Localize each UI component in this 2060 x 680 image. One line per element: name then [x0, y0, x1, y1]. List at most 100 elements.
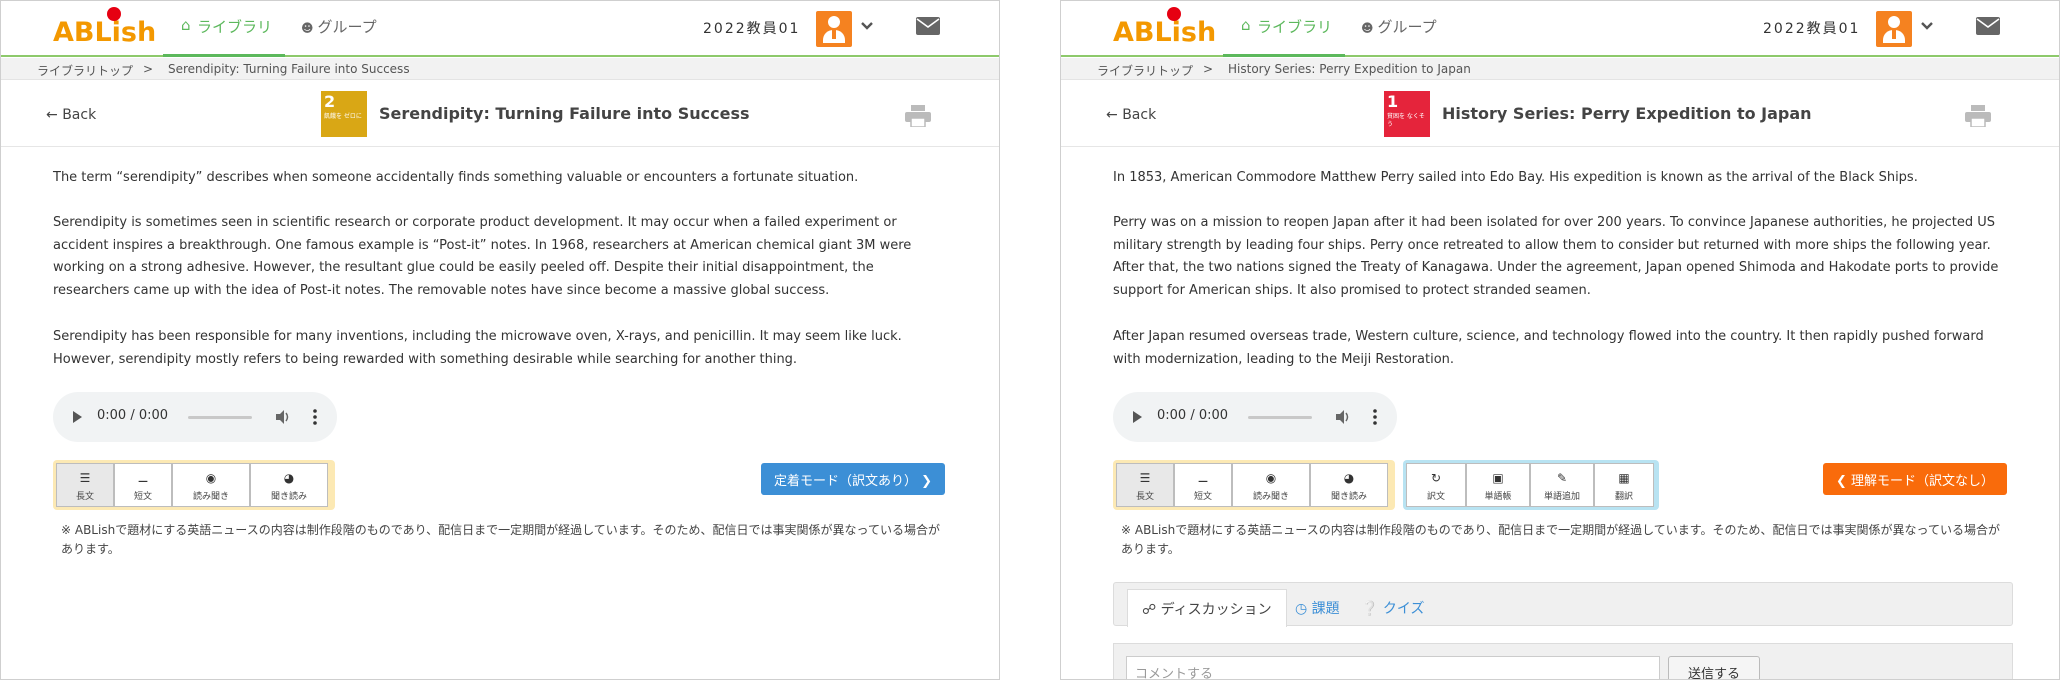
audio-player: 0:00 / 0:00	[53, 392, 337, 442]
user-name[interactable]: 2022教員01	[1763, 18, 1860, 38]
gauge-icon: ◕	[1343, 471, 1355, 485]
wordbook-label: 単語帳	[1484, 492, 1512, 502]
sdg-badge: 2 飢餓を ゼロに	[321, 91, 367, 137]
logo-dot	[107, 7, 121, 21]
book-icon: ▣	[1492, 471, 1504, 485]
article-title: Serendipity: Turning Failure into Succes…	[379, 104, 750, 123]
read-listen-button[interactable]: ◉ 読み聞き	[1232, 463, 1310, 507]
discussion-tab-bar: ☍ ディスカッション ◷ 課題 ❔ クイズ	[1113, 582, 2013, 627]
home-icon: ⌂	[1241, 16, 1251, 34]
short-text-icon: ⚊	[137, 471, 149, 485]
printer-icon[interactable]	[1965, 105, 1991, 127]
nav-library-label: ライブラリ	[1257, 18, 1333, 36]
retention-mode-button[interactable]: 定着モード（訳文あり） ❯	[761, 463, 945, 495]
ablish-logo[interactable]: ABLish	[1113, 7, 1216, 48]
play-icon[interactable]	[1133, 411, 1142, 423]
reading-mode-group: ☰ 長文 ⚊ 短文 ◉ 読み聞き ◕ 聞き読み	[53, 460, 335, 510]
back-label: Back	[62, 107, 97, 123]
short-text-label: 短文	[1193, 492, 1212, 502]
long-text-button[interactable]: ☰ 長文	[1116, 463, 1174, 507]
nav-library[interactable]: ⌂ ライブラリ	[163, 1, 285, 57]
ablish-logo[interactable]: ABLish	[53, 7, 156, 48]
comment-placeholder: コメントする	[1135, 667, 1214, 680]
breadcrumb: ライブラリトップ > Serendipity: Turning Failure …	[1, 58, 999, 80]
translation-button[interactable]: ↻ 訳文	[1406, 463, 1466, 507]
reading-mode-group: ☰ 長文 ⚊ 短文 ◉ 読み聞き ◕ 聞き読み	[1113, 460, 1395, 510]
more-options-icon[interactable]	[1373, 409, 1377, 425]
eye-icon: ◉	[205, 471, 217, 485]
read-listen-button[interactable]: ◉ 読み聞き	[172, 463, 250, 507]
listen-read-label: 聞き読み	[270, 492, 307, 502]
play-icon[interactable]	[73, 411, 82, 423]
long-text-button[interactable]: ☰ 長文	[56, 463, 114, 507]
mail-icon[interactable]	[1976, 17, 2000, 35]
tab-quiz-label: クイズ	[1382, 601, 1425, 617]
volume-icon[interactable]	[1335, 409, 1351, 425]
article-paragraph: Serendipity is sometimes seen in scienti…	[53, 215, 912, 298]
add-word-button[interactable]: ✎ 単語追加	[1530, 463, 1594, 507]
translation-label: 訳文	[1426, 492, 1445, 502]
breadcrumb-separator: >	[143, 62, 154, 76]
tab-discussion[interactable]: ☍ ディスカッション	[1127, 589, 1287, 627]
breadcrumb-library-top[interactable]: ライブラリトップ	[1097, 62, 1193, 79]
printer-icon[interactable]	[905, 105, 931, 127]
nav-group[interactable]: ☻ グループ	[301, 16, 377, 37]
read-listen-label: 読み聞き	[192, 492, 229, 502]
tab-quiz[interactable]: ❔ クイズ	[1361, 589, 1424, 627]
sdg-number: 1	[1387, 92, 1399, 111]
chevron-down-icon[interactable]	[860, 19, 874, 33]
back-button[interactable]: ← Back	[46, 107, 96, 123]
tab-assignment[interactable]: ◷ 課題	[1295, 589, 1340, 627]
comprehension-mode-button[interactable]: ❮ 理解モード（訳文なし）	[1823, 463, 2007, 495]
user-name[interactable]: 2022教員01	[703, 18, 800, 38]
speech-bubble-icon: ☍	[1142, 602, 1157, 618]
disclaimer-note: ※ ABLishで題材にする英語ニュースの内容は制作段階のものであり、配信日まで…	[61, 523, 940, 556]
breadcrumb: ライブラリトップ > History Series: Perry Expedit…	[1061, 58, 2059, 80]
short-text-button[interactable]: ⚊ 短文	[114, 463, 172, 507]
translate-button[interactable]: ▦ 翻訳	[1594, 463, 1654, 507]
nav-library-label: ライブラリ	[197, 18, 273, 36]
tab-discussion-label: ディスカッション	[1160, 602, 1272, 618]
avatar[interactable]	[816, 11, 852, 47]
sdg-badge: 1 貧困を なくそう	[1384, 91, 1430, 137]
study-tools-group: ↻ 訳文 ▣ 単語帳 ✎ 単語追加 ▦ 翻訳	[1403, 460, 1659, 510]
wordbook-button[interactable]: ▣ 単語帳	[1466, 463, 1530, 507]
breadcrumb-current: History Series: Perry Expedition to Japa…	[1228, 62, 1471, 76]
listen-read-button[interactable]: ◕ 聞き読み	[250, 463, 328, 507]
clock-icon: ◷	[1295, 601, 1308, 617]
short-text-button[interactable]: ⚊ 短文	[1174, 463, 1232, 507]
back-button[interactable]: ← Back	[1106, 107, 1156, 123]
comment-input[interactable]: コメントする	[1126, 656, 1660, 680]
arrow-left-icon: ←	[1106, 107, 1118, 123]
nav-group[interactable]: ☻ グループ	[1361, 16, 1437, 37]
tab-assignment-label: 課題	[1311, 601, 1340, 617]
logo-text: ABLish	[53, 17, 157, 48]
long-text-icon: ☰	[79, 471, 91, 485]
listen-read-label: 聞き読み	[1330, 492, 1367, 502]
translate-label: 翻訳	[1614, 492, 1633, 502]
breadcrumb-library-top[interactable]: ライブラリトップ	[37, 62, 133, 79]
listen-read-button[interactable]: ◕ 聞き読み	[1310, 463, 1388, 507]
mail-icon[interactable]	[916, 17, 940, 35]
add-word-icon: ✎	[1556, 471, 1568, 485]
audio-progress-bar[interactable]	[188, 416, 252, 419]
comment-box: コメントする 送信する	[1113, 643, 2013, 680]
audio-time: 0:00 / 0:00	[97, 408, 169, 423]
chevron-down-icon[interactable]	[1920, 19, 1934, 33]
short-text-icon: ⚊	[1197, 471, 1209, 485]
audio-progress-bar[interactable]	[1248, 416, 1312, 419]
long-text-icon: ☰	[1139, 471, 1151, 485]
sdg-label: 貧困を なくそう	[1387, 113, 1425, 128]
volume-icon[interactable]	[275, 409, 291, 425]
short-text-label: 短文	[133, 492, 152, 502]
home-icon: ⌂	[181, 16, 191, 34]
nav-group-label: グループ	[1377, 18, 1437, 36]
send-button[interactable]: 送信する	[1668, 656, 1760, 679]
users-icon: ☻	[1361, 21, 1374, 35]
header-bar: ABLish ⌂ ライブラリ ☻ グループ 2022教員01	[1061, 1, 2059, 57]
nav-library[interactable]: ⌂ ライブラリ	[1223, 1, 1345, 57]
question-icon: ❔	[1361, 601, 1379, 617]
avatar[interactable]	[1876, 11, 1912, 47]
more-options-icon[interactable]	[313, 409, 317, 425]
article-title-bar: ← Back 2 飢餓を ゼロに Serendipity: Turning Fa…	[1, 81, 999, 147]
